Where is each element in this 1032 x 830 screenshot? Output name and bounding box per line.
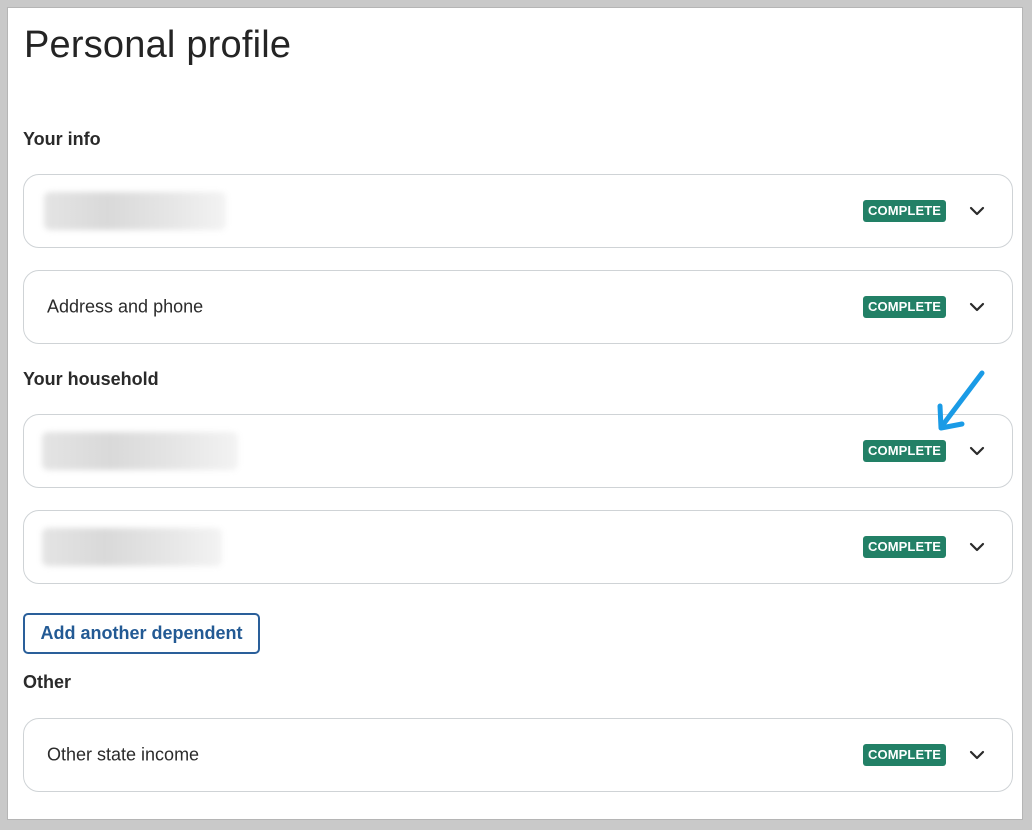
- card-household-member-2[interactable]: COMPLETE: [23, 510, 1013, 584]
- card-your-info-name[interactable]: COMPLETE: [23, 174, 1013, 248]
- add-another-dependent-button[interactable]: Add another dependent: [23, 613, 260, 654]
- section-heading-your-household: Your household: [23, 369, 159, 389]
- card-label: Other state income: [47, 744, 200, 765]
- chevron-down-icon[interactable]: [966, 296, 988, 318]
- section-heading-your-info: Your info: [23, 129, 101, 149]
- chevron-down-icon[interactable]: [966, 744, 988, 766]
- status-badge: COMPLETE: [863, 440, 947, 462]
- redacted-name: [42, 432, 238, 470]
- card-label: Address and phone: [47, 296, 204, 317]
- profile-panel: Personal profile Your info COMPLETE Addr…: [7, 7, 1023, 820]
- page-title: Personal profile: [24, 24, 292, 66]
- chevron-down-icon[interactable]: [966, 440, 988, 462]
- status-badge: COMPLETE: [863, 744, 947, 766]
- status-badge: COMPLETE: [863, 296, 947, 318]
- chevron-down-icon[interactable]: [966, 536, 988, 558]
- redacted-name: [42, 528, 222, 566]
- card-other-state-income[interactable]: Other state income COMPLETE: [23, 718, 1013, 792]
- redacted-name: [44, 192, 226, 230]
- card-household-member-1[interactable]: COMPLETE: [23, 414, 1013, 488]
- status-badge: COMPLETE: [863, 200, 947, 222]
- card-address-and-phone[interactable]: Address and phone COMPLETE: [23, 270, 1013, 344]
- chevron-down-icon[interactable]: [966, 200, 988, 222]
- section-heading-other: Other: [23, 672, 72, 692]
- arrow-icon: [937, 370, 985, 431]
- status-badge: COMPLETE: [863, 536, 947, 558]
